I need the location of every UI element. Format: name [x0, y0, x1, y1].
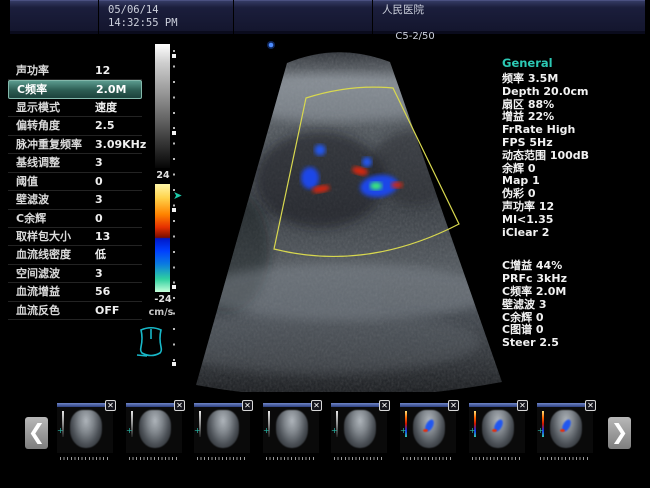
info-line: Steer 2.5: [502, 337, 648, 350]
thumbnail-caption: [197, 457, 247, 460]
info-line: FPS 5Hz: [502, 137, 648, 150]
thumbnail-close-icon[interactable]: ✕: [242, 400, 253, 411]
color-doppler-bar: [155, 184, 170, 292]
thumbnail-caption: [403, 457, 453, 460]
datetime-text: 05/06/14 14:32:55 PM: [99, 1, 233, 33]
info-line: 动态范围 100dB: [502, 150, 648, 163]
param-row-flow-invert[interactable]: 血流反色OFF: [8, 302, 142, 320]
param-row-display-mode[interactable]: 显示模式速度: [8, 99, 142, 117]
thumbnail-close-icon[interactable]: ✕: [379, 400, 390, 411]
info-line: 频率 3.5M: [502, 73, 648, 86]
thumbnail-caption: [129, 457, 179, 460]
pointer-dot: [269, 43, 274, 48]
info-line: 声功率 12: [502, 201, 648, 214]
thumbnail-close-icon[interactable]: ✕: [585, 400, 596, 411]
image-info-panel: General 频率 3.5M Depth 20.0cm 扇区 88% 增益 2…: [502, 56, 648, 350]
thumbnail-1[interactable]: +✕: [57, 403, 113, 453]
param-row-steer-angle[interactable]: 偏转角度2.5: [8, 117, 142, 135]
param-row-wall-filter[interactable]: 壁滤波3: [8, 191, 142, 209]
param-row-prf[interactable]: 脉冲重复频率3.09KHz: [8, 136, 142, 154]
thumbnail-caption: [266, 457, 316, 460]
param-row-line-density[interactable]: 血流线密度低: [8, 246, 142, 264]
ultrasound-image: [170, 40, 506, 392]
param-row-flow-gain[interactable]: 血流增益56: [8, 283, 142, 301]
info-line: MI<1.35: [502, 214, 648, 227]
info-line: C频率 2.0M: [502, 286, 648, 299]
thumbnail-7[interactable]: +✕: [469, 403, 525, 453]
thumbnail-next-button[interactable]: ❯: [608, 417, 631, 449]
param-row-threshold[interactable]: 阈值0: [8, 173, 142, 191]
thumbnail-prev-button[interactable]: ❮: [25, 417, 48, 449]
topbar-logo-panel: [10, 0, 98, 34]
thumbnail-caption: [540, 457, 590, 460]
param-row-spatial-filter[interactable]: 空间滤波3: [8, 265, 142, 283]
thumbnail-5[interactable]: +✕: [331, 403, 387, 453]
info-line: iClear 2: [502, 227, 648, 240]
thumbnail-close-icon[interactable]: ✕: [311, 400, 322, 411]
grayscale-bar: [155, 44, 170, 168]
param-row-c-persistence[interactable]: C余辉0: [8, 210, 142, 228]
param-row-packet-size[interactable]: 取样包大小13: [8, 228, 142, 246]
thumbnail-4[interactable]: +✕: [263, 403, 319, 453]
thumbnail-close-icon[interactable]: ✕: [174, 400, 185, 411]
topbar-hospital-panel: 人民医院 C5-2/50: [373, 0, 645, 34]
thumbnail-6[interactable]: +✕: [400, 403, 456, 453]
thumbnail-2[interactable]: +✕: [126, 403, 182, 453]
thumbnail-caption: [60, 457, 110, 460]
thumbnail-close-icon[interactable]: ✕: [105, 400, 116, 411]
thumbnail-caption: [334, 457, 384, 460]
info-panel-title: General: [502, 56, 648, 70]
thumbnail-close-icon[interactable]: ✕: [448, 400, 459, 411]
thumbnail-8[interactable]: +✕: [537, 403, 593, 453]
param-row-acoustic-power[interactable]: 声功率12: [8, 62, 142, 80]
info-line: Depth 20.0cm: [502, 86, 648, 99]
hospital-name: 人民医院: [382, 4, 424, 16]
topbar-datetime-panel: 05/06/14 14:32:55 PM: [99, 0, 233, 34]
param-row-c-frequency[interactable]: C频率2.0M: [8, 80, 142, 98]
parameter-sidebar: 声功率12 C频率2.0M 显示模式速度 偏转角度2.5 脉冲重复频率3.09K…: [8, 62, 142, 320]
thumbnail-3[interactable]: +✕: [194, 403, 250, 453]
thumbnail-caption: [472, 457, 522, 460]
ultrasound-workstation: 05/06/14 14:32:55 PM 人民医院 C5-2/50 声功率12 …: [0, 0, 650, 488]
topbar-patient-panel: [234, 0, 372, 34]
thumbnail-close-icon[interactable]: ✕: [517, 400, 528, 411]
param-row-baseline[interactable]: 基线调整3: [8, 154, 142, 172]
info-line: 壁滤波 3: [502, 299, 648, 312]
body-marker-icon[interactable]: [136, 324, 166, 364]
